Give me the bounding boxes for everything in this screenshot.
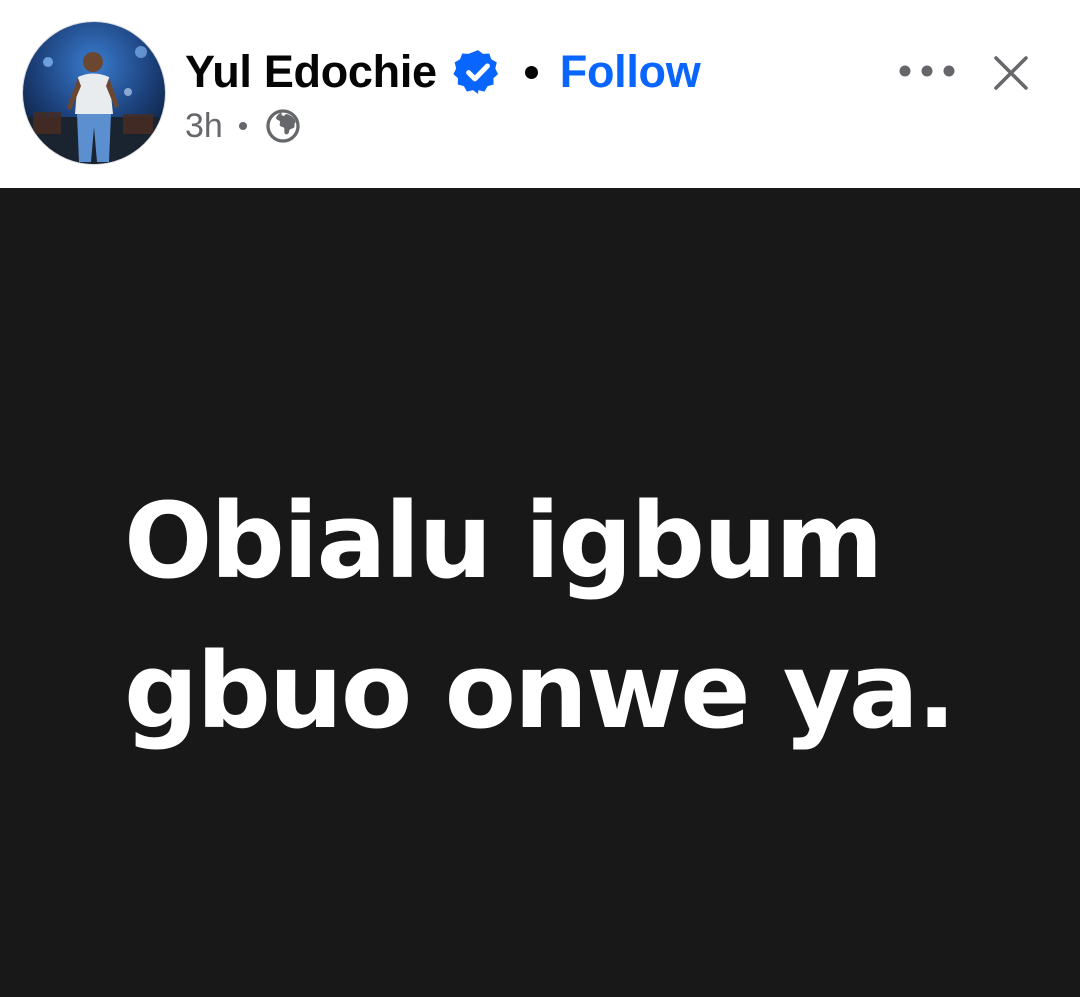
post-timestamp[interactable]: 3h [185,107,223,146]
globe-icon[interactable] [265,108,301,144]
close-icon [994,56,1028,90]
meta-separator-dot [238,122,247,130]
post-content-card[interactable]: Obialu igbum gbuo onwe ya. [0,188,1080,997]
post-header: Yul Edochie Follow 3h [0,0,1080,188]
more-options-button[interactable] [892,46,962,96]
author-row: Yul Edochie Follow [185,40,701,104]
post-text-line-2: gbuo onwe ya. [124,630,956,752]
avatar-image [23,22,165,164]
follow-button[interactable]: Follow [560,46,701,98]
more-options-icon [899,65,955,77]
facebook-post: Yul Edochie Follow 3h Obialu igbum gbuo … [0,0,1080,997]
post-text: Obialu igbum gbuo onwe ya. [124,466,1024,766]
post-text-line-1: Obialu igbum [124,480,884,602]
author-name[interactable]: Yul Edochie [185,46,437,98]
verified-badge-icon [453,47,503,97]
author-avatar[interactable] [23,22,165,164]
close-button[interactable] [984,46,1038,100]
separator-dot [524,65,538,79]
post-meta: 3h [185,104,301,148]
